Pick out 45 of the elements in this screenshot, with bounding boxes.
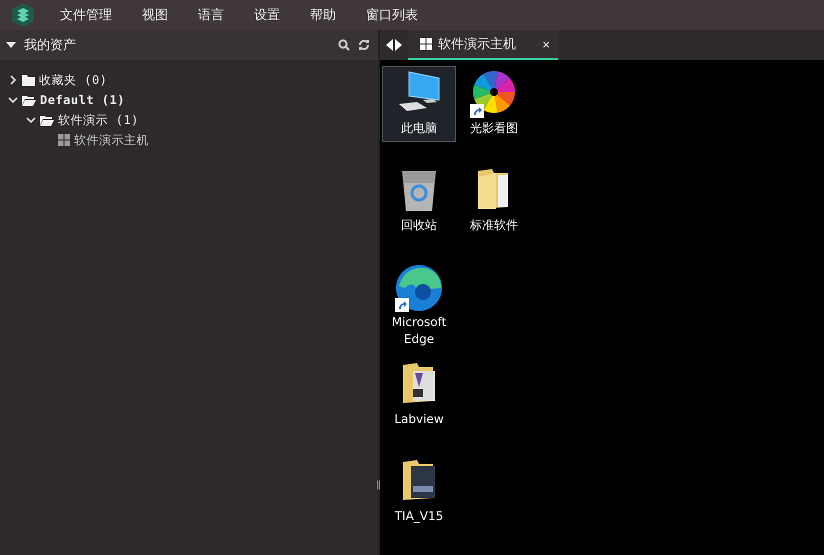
tree-item[interactable]: 软件演示 (1) xyxy=(58,112,139,128)
menu-item[interactable]: 设置 xyxy=(254,6,280,24)
desktop-icon-label: 标准软件 xyxy=(470,217,518,234)
tree-item[interactable]: Default (1) xyxy=(40,93,125,107)
edge-browser-icon xyxy=(395,264,443,312)
refresh-icon[interactable] xyxy=(358,39,370,51)
desktop-icon[interactable]: 回收站 xyxy=(382,163,456,239)
app-logo-icon xyxy=(10,2,36,28)
open-folder-icon xyxy=(40,114,54,126)
desktop-icon-label: 光影看图 xyxy=(470,120,518,137)
left-arrow-icon[interactable] xyxy=(386,39,393,51)
menu-item[interactable]: 帮助 xyxy=(310,6,336,24)
desktop-icon-label: TIA_V15 xyxy=(394,508,444,525)
menu-item[interactable]: 文件管理 xyxy=(60,6,112,24)
desktop-icon-label: Labview xyxy=(394,411,444,428)
splitter-grip-icon[interactable] xyxy=(377,479,380,491)
caret-down-icon[interactable] xyxy=(6,41,16,49)
color-wheel-icon xyxy=(472,70,516,114)
tab[interactable]: 软件演示主机 × xyxy=(408,30,558,60)
tree-item[interactable]: 软件演示主机 xyxy=(74,132,149,148)
windows-logo-icon xyxy=(58,134,70,146)
caret-down-icon[interactable] xyxy=(26,115,36,125)
caret-down-icon[interactable] xyxy=(8,95,18,105)
caret-right-icon[interactable] xyxy=(8,75,18,85)
tab-label: 软件演示主机 xyxy=(438,36,517,53)
menu-item[interactable]: 窗口列表 xyxy=(366,6,418,24)
desktop-icon-label: Microsoft Edge xyxy=(390,314,448,348)
tree-item[interactable]: 收藏夹 (0) xyxy=(39,72,108,88)
menu-item[interactable]: 视图 xyxy=(142,6,168,24)
desktop-icon-label: 回收站 xyxy=(401,217,437,234)
desktop-icon[interactable]: 标准软件 xyxy=(457,163,531,239)
desktop-icon[interactable]: Microsoft Edge xyxy=(382,260,456,351)
desktop-icon[interactable]: Labview xyxy=(382,357,456,433)
close-button[interactable]: × xyxy=(542,36,550,52)
right-arrow-icon[interactable] xyxy=(395,39,402,51)
open-folder-icon xyxy=(22,94,36,106)
panel-title: 我的资产 xyxy=(24,37,77,54)
desktop-icon-label: 此电脑 xyxy=(401,120,437,137)
windows-logo-icon xyxy=(420,38,432,50)
menu-item[interactable]: 语言 xyxy=(198,6,224,24)
folder-icon xyxy=(22,74,35,86)
desktop-icon[interactable]: 此电脑 xyxy=(382,66,456,142)
search-icon[interactable] xyxy=(338,39,350,51)
desktop-icon[interactable]: 光影看图 xyxy=(457,66,531,142)
desktop-icon[interactable]: TIA_V15 xyxy=(382,454,456,530)
